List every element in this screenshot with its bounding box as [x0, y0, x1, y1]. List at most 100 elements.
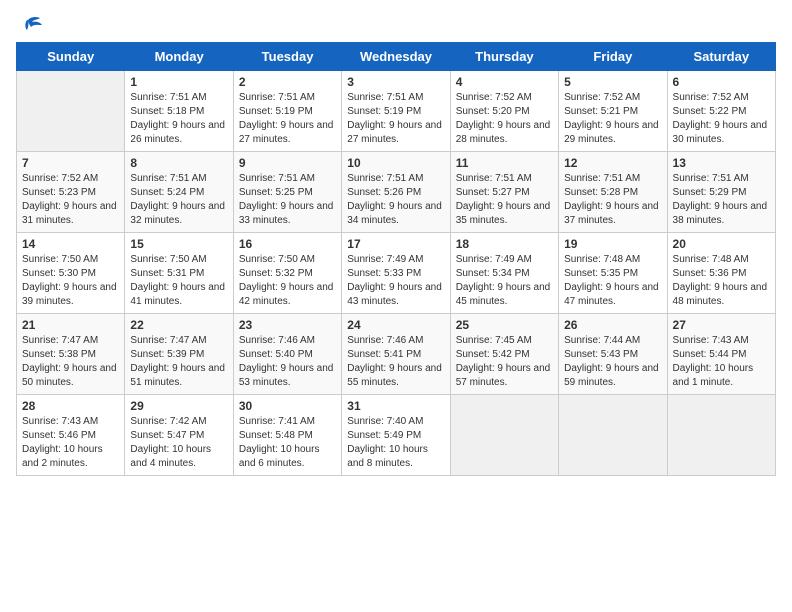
calendar-cell [667, 395, 775, 476]
day-number: 19 [564, 237, 661, 251]
calendar-cell: 14 Sunrise: 7:50 AMSunset: 5:30 PMDayligh… [17, 233, 125, 314]
day-number: 27 [673, 318, 770, 332]
cell-details: Sunrise: 7:49 AMSunset: 5:34 PMDaylight:… [456, 253, 553, 309]
cell-details: Sunrise: 7:41 AMSunset: 5:48 PMDaylight:… [239, 415, 336, 471]
day-number: 13 [673, 156, 770, 170]
calendar-cell: 5Sunrise: 7:52 AMSunset: 5:21 PMDaylight… [559, 71, 667, 152]
calendar-cell: 20 Sunrise: 7:48 AMSunset: 5:36 PMDayligh… [667, 233, 775, 314]
cell-details: Sunrise: 7:44 AMSunset: 5:43 PMDaylight:… [564, 334, 661, 390]
cell-details: Sunrise: 7:51 AMSunset: 5:25 PMDaylight:… [239, 172, 336, 228]
day-number: 16 [239, 237, 336, 251]
cell-details: Sunrise: 7:42 AMSunset: 5:47 PMDaylight:… [130, 415, 227, 471]
cell-details: Sunrise: 7:51 AMSunset: 5:27 PMDaylight:… [456, 172, 553, 228]
calendar-cell: 10 Sunrise: 7:51 AMSunset: 5:26 PMDayligh… [342, 152, 450, 233]
cell-details: Sunrise: 7:46 AMSunset: 5:40 PMDaylight:… [239, 334, 336, 390]
calendar-cell: 3 Sunrise: 7:51 AMSunset: 5:19 PMDaylight… [342, 71, 450, 152]
day-number: 14 [22, 237, 119, 251]
day-number: 7 [22, 156, 119, 170]
day-number: 8 [130, 156, 227, 170]
day-number: 4 [456, 75, 553, 89]
calendar-cell: 29 Sunrise: 7:42 AMSunset: 5:47 PMDayligh… [125, 395, 233, 476]
calendar-cell: 8 Sunrise: 7:51 AMSunset: 5:24 PMDaylight… [125, 152, 233, 233]
cell-details: Sunrise: 7:51 AMSunset: 5:24 PMDaylight:… [130, 172, 227, 228]
calendar-cell: 27 Sunrise: 7:43 AMSunset: 5:44 PMDayligh… [667, 314, 775, 395]
calendar-cell: 21Sunrise: 7:47 AMSunset: 5:38 PMDayligh… [17, 314, 125, 395]
calendar-cell: 2Sunrise: 7:51 AMSunset: 5:19 PMDaylight… [233, 71, 341, 152]
cell-details: Sunrise: 7:46 AMSunset: 5:41 PMDaylight:… [347, 334, 444, 390]
calendar-cell: 26 Sunrise: 7:44 AMSunset: 5:43 PMDayligh… [559, 314, 667, 395]
cell-details: Sunrise: 7:51 AMSunset: 5:26 PMDaylight:… [347, 172, 444, 228]
cell-details: Sunrise: 7:50 AMSunset: 5:32 PMDaylight:… [239, 253, 336, 309]
calendar-cell [559, 395, 667, 476]
cell-details: Sunrise: 7:52 AMSunset: 5:22 PMDaylight:… [673, 91, 770, 147]
week-row-2: 7 Sunrise: 7:52 AMSunset: 5:23 PMDaylight… [17, 152, 776, 233]
cell-details: Sunrise: 7:51 AMSunset: 5:29 PMDaylight:… [673, 172, 770, 228]
day-number: 12 [564, 156, 661, 170]
calendar-cell: 11 Sunrise: 7:51 AMSunset: 5:27 PMDayligh… [450, 152, 558, 233]
day-header-wednesday: Wednesday [342, 43, 450, 71]
day-number: 26 [564, 318, 661, 332]
day-number: 22 [130, 318, 227, 332]
calendar-cell [17, 71, 125, 152]
cell-details: Sunrise: 7:43 AMSunset: 5:46 PMDaylight:… [22, 415, 119, 471]
cell-details: Sunrise: 7:47 AMSunset: 5:38 PMDaylight:… [22, 334, 119, 390]
cell-details: Sunrise: 7:43 AMSunset: 5:44 PMDaylight:… [673, 334, 770, 390]
day-number: 15 [130, 237, 227, 251]
day-number: 28 [22, 399, 119, 413]
day-number: 10 [347, 156, 444, 170]
calendar-cell: 17 Sunrise: 7:49 AMSunset: 5:33 PMDayligh… [342, 233, 450, 314]
week-row-3: 14 Sunrise: 7:50 AMSunset: 5:30 PMDayligh… [17, 233, 776, 314]
calendar-cell: 12Sunrise: 7:51 AMSunset: 5:28 PMDayligh… [559, 152, 667, 233]
day-number: 30 [239, 399, 336, 413]
day-number: 17 [347, 237, 444, 251]
day-number: 18 [456, 237, 553, 251]
cell-details: Sunrise: 7:49 AMSunset: 5:33 PMDaylight:… [347, 253, 444, 309]
cell-details: Sunrise: 7:40 AMSunset: 5:49 PMDaylight:… [347, 415, 444, 471]
week-row-1: 1Sunrise: 7:51 AMSunset: 5:18 PMDaylight… [17, 71, 776, 152]
week-row-4: 21Sunrise: 7:47 AMSunset: 5:38 PMDayligh… [17, 314, 776, 395]
calendar-cell: 22 Sunrise: 7:47 AMSunset: 5:39 PMDayligh… [125, 314, 233, 395]
cell-details: Sunrise: 7:47 AMSunset: 5:39 PMDaylight:… [130, 334, 227, 390]
cell-details: Sunrise: 7:50 AMSunset: 5:31 PMDaylight:… [130, 253, 227, 309]
calendar-cell: 15 Sunrise: 7:50 AMSunset: 5:31 PMDayligh… [125, 233, 233, 314]
calendar-cell: 4 Sunrise: 7:52 AMSunset: 5:20 PMDaylight… [450, 71, 558, 152]
day-number: 3 [347, 75, 444, 89]
cell-details: Sunrise: 7:45 AMSunset: 5:42 PMDaylight:… [456, 334, 553, 390]
day-header-tuesday: Tuesday [233, 43, 341, 71]
day-number: 11 [456, 156, 553, 170]
calendar-cell: 13 Sunrise: 7:51 AMSunset: 5:29 PMDayligh… [667, 152, 775, 233]
day-number: 9 [239, 156, 336, 170]
cell-details: Sunrise: 7:52 AMSunset: 5:23 PMDaylight:… [22, 172, 119, 228]
calendar-cell: 31 Sunrise: 7:40 AMSunset: 5:49 PMDayligh… [342, 395, 450, 476]
day-number: 31 [347, 399, 444, 413]
calendar-cell: 28 Sunrise: 7:43 AMSunset: 5:46 PMDayligh… [17, 395, 125, 476]
cell-details: Sunrise: 7:51 AMSunset: 5:19 PMDaylight:… [347, 91, 444, 147]
day-number: 25 [456, 318, 553, 332]
calendar-table: SundayMondayTuesdayWednesdayThursdayFrid… [16, 42, 776, 476]
day-header-monday: Monday [125, 43, 233, 71]
day-number: 20 [673, 237, 770, 251]
week-row-5: 28 Sunrise: 7:43 AMSunset: 5:46 PMDayligh… [17, 395, 776, 476]
day-header-thursday: Thursday [450, 43, 558, 71]
calendar-cell: 9 Sunrise: 7:51 AMSunset: 5:25 PMDaylight… [233, 152, 341, 233]
calendar-cell: 16 Sunrise: 7:50 AMSunset: 5:32 PMDayligh… [233, 233, 341, 314]
day-number: 29 [130, 399, 227, 413]
cell-details: Sunrise: 7:52 AMSunset: 5:21 PMDaylight:… [564, 91, 661, 147]
calendar-cell: 30 Sunrise: 7:41 AMSunset: 5:48 PMDayligh… [233, 395, 341, 476]
calendar-cell: 6 Sunrise: 7:52 AMSunset: 5:22 PMDaylight… [667, 71, 775, 152]
logo [16, 16, 42, 34]
cell-details: Sunrise: 7:48 AMSunset: 5:36 PMDaylight:… [673, 253, 770, 309]
calendar-cell [450, 395, 558, 476]
cell-details: Sunrise: 7:52 AMSunset: 5:20 PMDaylight:… [456, 91, 553, 147]
calendar-cell: 24Sunrise: 7:46 AMSunset: 5:41 PMDayligh… [342, 314, 450, 395]
calendar-cell: 25 Sunrise: 7:45 AMSunset: 5:42 PMDayligh… [450, 314, 558, 395]
logo-bird-icon [20, 16, 42, 36]
calendar-cell: 23 Sunrise: 7:46 AMSunset: 5:40 PMDayligh… [233, 314, 341, 395]
day-number: 2 [239, 75, 336, 89]
page-header [16, 16, 776, 34]
cell-details: Sunrise: 7:50 AMSunset: 5:30 PMDaylight:… [22, 253, 119, 309]
day-header-sunday: Sunday [17, 43, 125, 71]
day-number: 23 [239, 318, 336, 332]
day-number: 6 [673, 75, 770, 89]
day-header-saturday: Saturday [667, 43, 775, 71]
